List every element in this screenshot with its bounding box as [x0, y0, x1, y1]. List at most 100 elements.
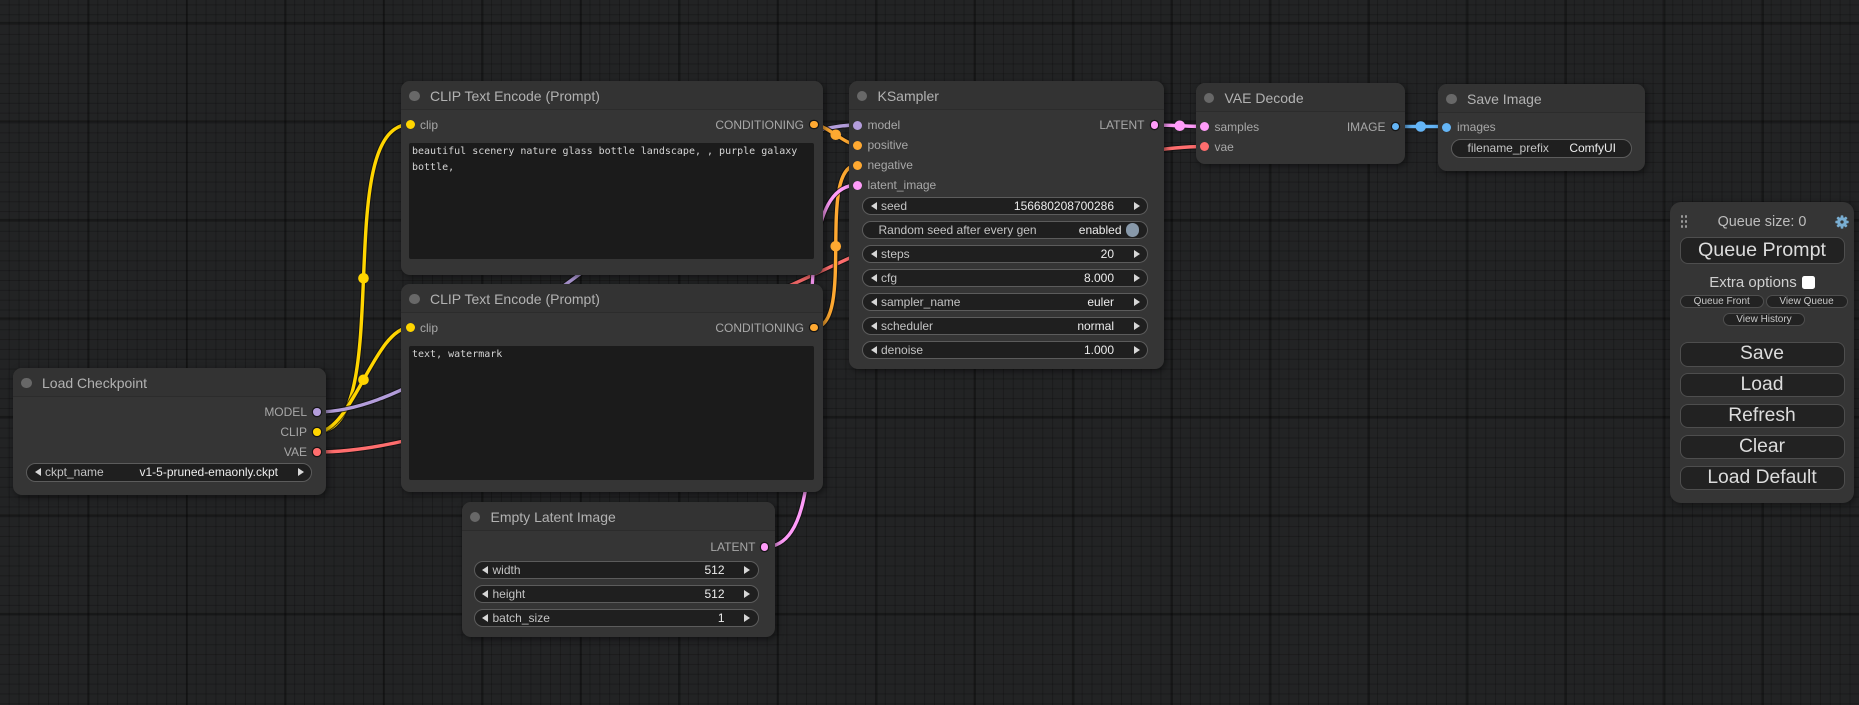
decrement-arrow-icon[interactable]	[482, 590, 488, 598]
widget-cfg[interactable]: cfg 8.000	[862, 269, 1148, 288]
prompt-textarea[interactable]: text, watermark	[409, 346, 814, 480]
increment-arrow-icon[interactable]	[744, 614, 750, 622]
input-dot-images[interactable]	[1442, 123, 1451, 132]
increment-arrow-icon[interactable]	[1134, 298, 1140, 306]
increment-arrow-icon[interactable]	[1134, 322, 1140, 330]
node-title: VAE Decode	[1225, 83, 1304, 112]
widget-ckpt-name[interactable]: ckpt_name v1-5-pruned-emaonly.ckpt	[26, 463, 312, 482]
decrement-arrow-icon[interactable]	[482, 614, 488, 622]
collapse-dot-icon[interactable]	[857, 91, 868, 102]
node-empty-latent-image[interactable]: Empty Latent Image LATENT width 512 heig…	[462, 502, 775, 637]
widget-value: normal	[1077, 319, 1114, 333]
increment-arrow-icon[interactable]	[298, 468, 304, 476]
widget-height[interactable]: height 512	[474, 585, 759, 604]
increment-arrow-icon[interactable]	[1134, 250, 1140, 258]
output-dot-latent[interactable]	[761, 543, 769, 551]
load-default-button[interactable]: Load Default	[1680, 466, 1845, 491]
increment-arrow-icon[interactable]	[1134, 202, 1140, 210]
node-titlebar[interactable]: KSampler	[849, 81, 1164, 110]
widget-denoise[interactable]: denoise 1.000	[862, 341, 1148, 360]
input-dot-clip[interactable]	[406, 323, 415, 332]
output-dot-latent[interactable]	[1151, 121, 1159, 129]
input-dot-latent-image[interactable]	[853, 181, 862, 190]
extra-options-checkbox[interactable]	[1802, 276, 1815, 289]
view-queue-button[interactable]: View Queue	[1766, 295, 1848, 308]
node-vae-decode[interactable]: VAE Decode samples vae IMAGE	[1196, 83, 1405, 164]
decrement-arrow-icon[interactable]	[871, 250, 877, 258]
node-titlebar[interactable]: Save Image	[1438, 84, 1645, 113]
decrement-arrow-icon[interactable]	[35, 468, 41, 476]
collapse-dot-icon[interactable]	[1446, 94, 1457, 105]
input-dot-vae[interactable]	[1200, 142, 1209, 151]
load-button[interactable]: Load	[1680, 373, 1845, 398]
node-ksampler[interactable]: KSampler model positive negative latent_…	[849, 81, 1164, 369]
widget-scheduler[interactable]: scheduler normal	[862, 317, 1148, 336]
save-button[interactable]: Save	[1680, 342, 1845, 367]
collapse-dot-icon[interactable]	[21, 378, 32, 389]
node-titlebar[interactable]: Empty Latent Image	[462, 502, 775, 531]
widget-label: Random seed after every gen	[879, 223, 1037, 237]
clear-button[interactable]: Clear	[1680, 435, 1845, 460]
node-titlebar[interactable]: Load Checkpoint	[13, 368, 326, 397]
increment-arrow-icon[interactable]	[1134, 274, 1140, 282]
increment-arrow-icon[interactable]	[1134, 346, 1140, 354]
increment-arrow-icon[interactable]	[744, 590, 750, 598]
decrement-arrow-icon[interactable]	[871, 346, 877, 354]
collapse-dot-icon[interactable]	[409, 91, 420, 102]
widget-label: denoise	[881, 343, 923, 357]
node-titlebar[interactable]: CLIP Text Encode (Prompt)	[401, 81, 823, 110]
widget-value: 1	[718, 611, 725, 625]
settings-gear-icon[interactable]	[1835, 215, 1849, 229]
decrement-arrow-icon[interactable]	[871, 274, 877, 282]
collapse-dot-icon[interactable]	[1204, 93, 1215, 104]
widget-random-seed-toggle[interactable]: Random seed after every gen enabled	[862, 221, 1148, 240]
increment-arrow-icon[interactable]	[744, 566, 750, 574]
menu-header: Queue size: 0	[1670, 211, 1854, 233]
decrement-arrow-icon[interactable]	[482, 566, 488, 574]
output-slot-model: MODEL	[264, 402, 307, 422]
widget-batch-size[interactable]: batch_size 1	[474, 609, 759, 628]
collapse-dot-icon[interactable]	[470, 512, 481, 523]
node-clip-text-encode-positive[interactable]: CLIP Text Encode (Prompt) clip CONDITION…	[401, 81, 823, 275]
refresh-button[interactable]: Refresh	[1680, 404, 1845, 429]
output-dot-model[interactable]	[313, 408, 321, 416]
output-slot-conditioning: CONDITIONING	[715, 318, 804, 338]
toggle-knob[interactable]	[1126, 223, 1140, 237]
widget-value: enabled	[1079, 223, 1122, 237]
slot-label: clip	[420, 118, 438, 132]
decrement-arrow-icon[interactable]	[871, 298, 877, 306]
widget-seed[interactable]: seed 156680208700286	[862, 197, 1148, 216]
node-graph-canvas[interactable]: Load Checkpoint MODEL CLIP VAE ckpt_name…	[0, 0, 1859, 705]
input-dot-samples[interactable]	[1200, 122, 1209, 131]
slot-label: VAE	[284, 445, 307, 459]
widget-filename-prefix[interactable]: filename_prefix ComfyUI	[1451, 139, 1632, 158]
widget-steps[interactable]: steps 20	[862, 245, 1148, 264]
slot-label: CLIP	[280, 425, 307, 439]
node-titlebar[interactable]: VAE Decode	[1196, 83, 1405, 112]
input-dot-negative[interactable]	[853, 161, 862, 170]
input-dot-model[interactable]	[853, 121, 862, 130]
output-slot-conditioning: CONDITIONING	[715, 115, 804, 135]
output-dot-conditioning[interactable]	[810, 121, 818, 129]
output-dot-clip[interactable]	[313, 428, 321, 436]
prompt-textarea[interactable]: beautiful scenery nature glass bottle la…	[409, 143, 814, 259]
input-dot-clip[interactable]	[406, 120, 415, 129]
widget-sampler-name[interactable]: sampler_name euler	[862, 293, 1148, 312]
view-history-button[interactable]: View History	[1723, 313, 1805, 326]
output-dot-conditioning[interactable]	[810, 324, 818, 332]
node-clip-text-encode-negative[interactable]: CLIP Text Encode (Prompt) clip CONDITION…	[401, 284, 823, 492]
decrement-arrow-icon[interactable]	[871, 202, 877, 210]
node-load-checkpoint[interactable]: Load Checkpoint MODEL CLIP VAE ckpt_name…	[13, 368, 326, 495]
comfy-menu-panel[interactable]: Queue size: 0 Queue Prompt Extra options…	[1670, 202, 1854, 503]
queue-prompt-button[interactable]: Queue Prompt	[1680, 237, 1845, 264]
input-dot-positive[interactable]	[853, 141, 862, 150]
widget-width[interactable]: width 512	[474, 561, 759, 580]
output-dot-image[interactable]	[1392, 123, 1400, 131]
slot-label: CONDITIONING	[715, 118, 804, 132]
node-titlebar[interactable]: CLIP Text Encode (Prompt)	[401, 284, 823, 313]
decrement-arrow-icon[interactable]	[871, 322, 877, 330]
collapse-dot-icon[interactable]	[409, 294, 420, 305]
node-save-image[interactable]: Save Image images filename_prefix ComfyU…	[1438, 84, 1645, 171]
queue-front-button[interactable]: Queue Front	[1680, 295, 1764, 308]
output-dot-vae[interactable]	[313, 448, 321, 456]
